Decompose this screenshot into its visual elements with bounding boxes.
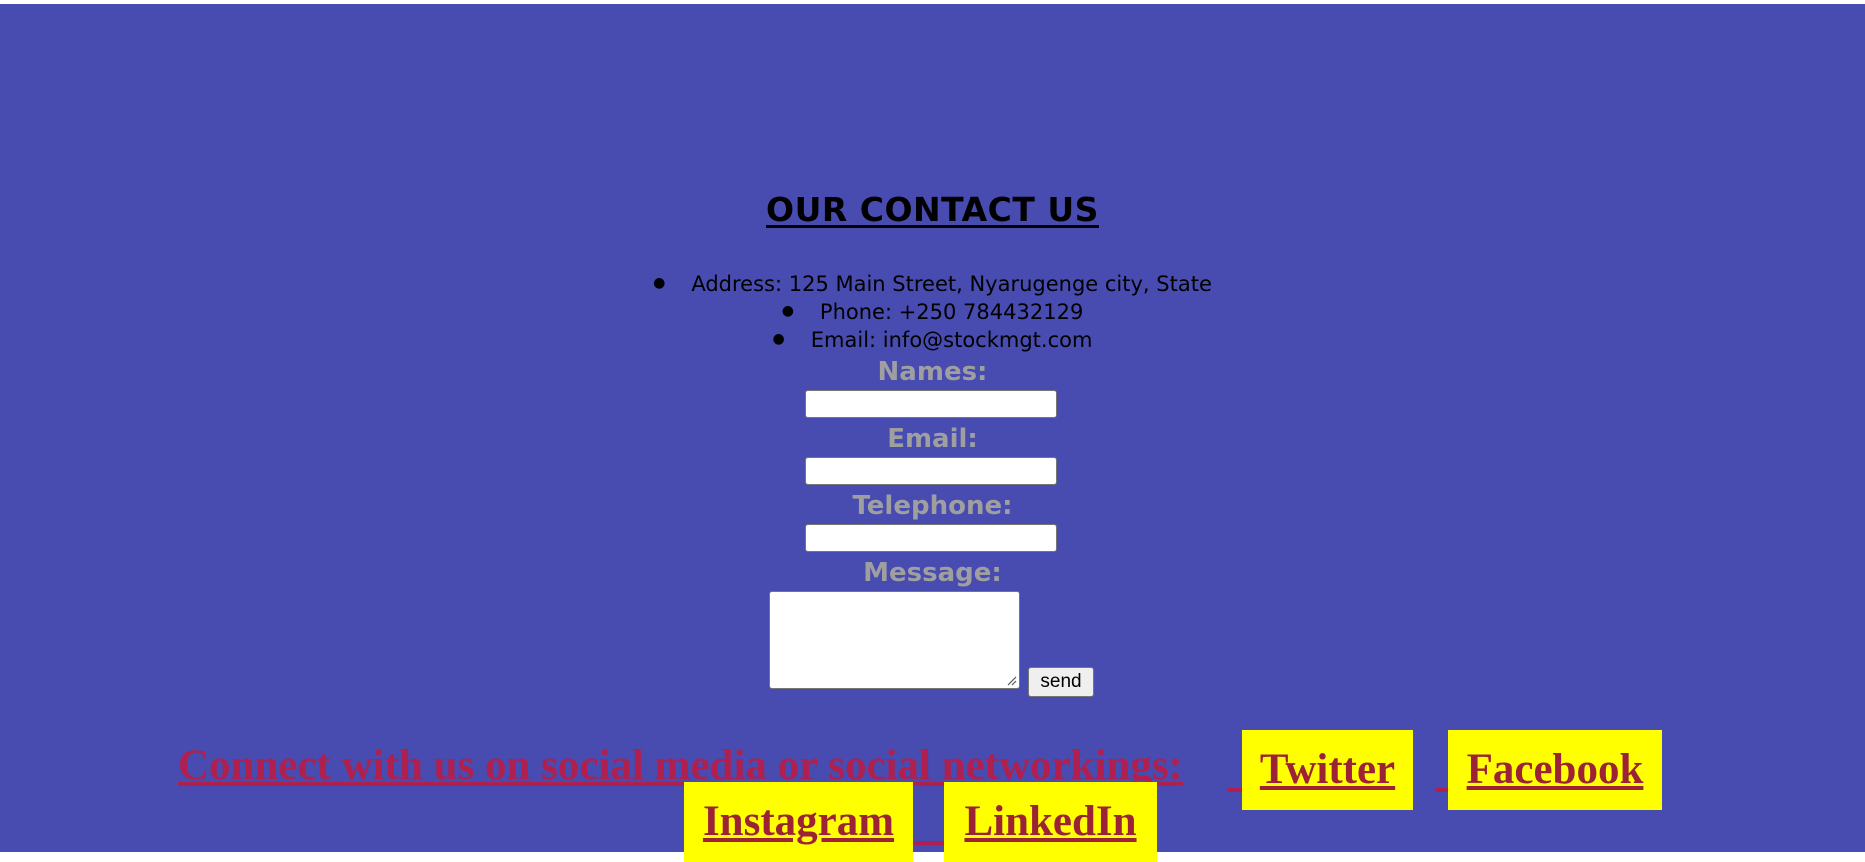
- social-link-gap-underline: [1436, 788, 1448, 792]
- social-link-gap-underline: [913, 841, 944, 845]
- instagram-link[interactable]: Instagram: [684, 782, 913, 862]
- phone-text: Phone: +250 784432129: [819, 300, 1084, 324]
- page-title: OUR CONTACT US: [766, 190, 1099, 229]
- resize-grip-icon[interactable]: [1005, 674, 1017, 686]
- address-text: Address: 125 Main Street, Nyarugenge cit…: [691, 272, 1212, 296]
- contact-address: ● Address: 125 Main Street, Nyarugenge ci…: [0, 270, 1865, 299]
- bullet-icon: ●: [653, 275, 666, 291]
- send-button[interactable]: send: [1028, 667, 1094, 697]
- social-link-gap-underline: [1228, 788, 1242, 792]
- message-textarea[interactable]: [769, 591, 1020, 689]
- message-label: Message:: [863, 558, 1002, 588]
- bullet-icon: ●: [772, 331, 785, 347]
- facebook-link[interactable]: Facebook: [1448, 730, 1662, 810]
- names-input[interactable]: [805, 390, 1057, 418]
- contact-phone: ● Phone: +250 784432129: [0, 298, 1865, 327]
- names-label: Names:: [877, 357, 988, 387]
- telephone-label: Telephone:: [852, 491, 1013, 521]
- email-text: Email: info@stockmgt.com: [810, 328, 1093, 352]
- contact-email: ● Email: info@stockmgt.com: [0, 326, 1865, 355]
- email-input[interactable]: [805, 457, 1057, 485]
- bullet-icon: ●: [781, 303, 794, 319]
- telephone-input[interactable]: [805, 524, 1057, 552]
- twitter-link[interactable]: Twitter: [1242, 730, 1413, 810]
- email-label: Email:: [887, 424, 978, 454]
- linkedin-link[interactable]: LinkedIn: [944, 782, 1157, 862]
